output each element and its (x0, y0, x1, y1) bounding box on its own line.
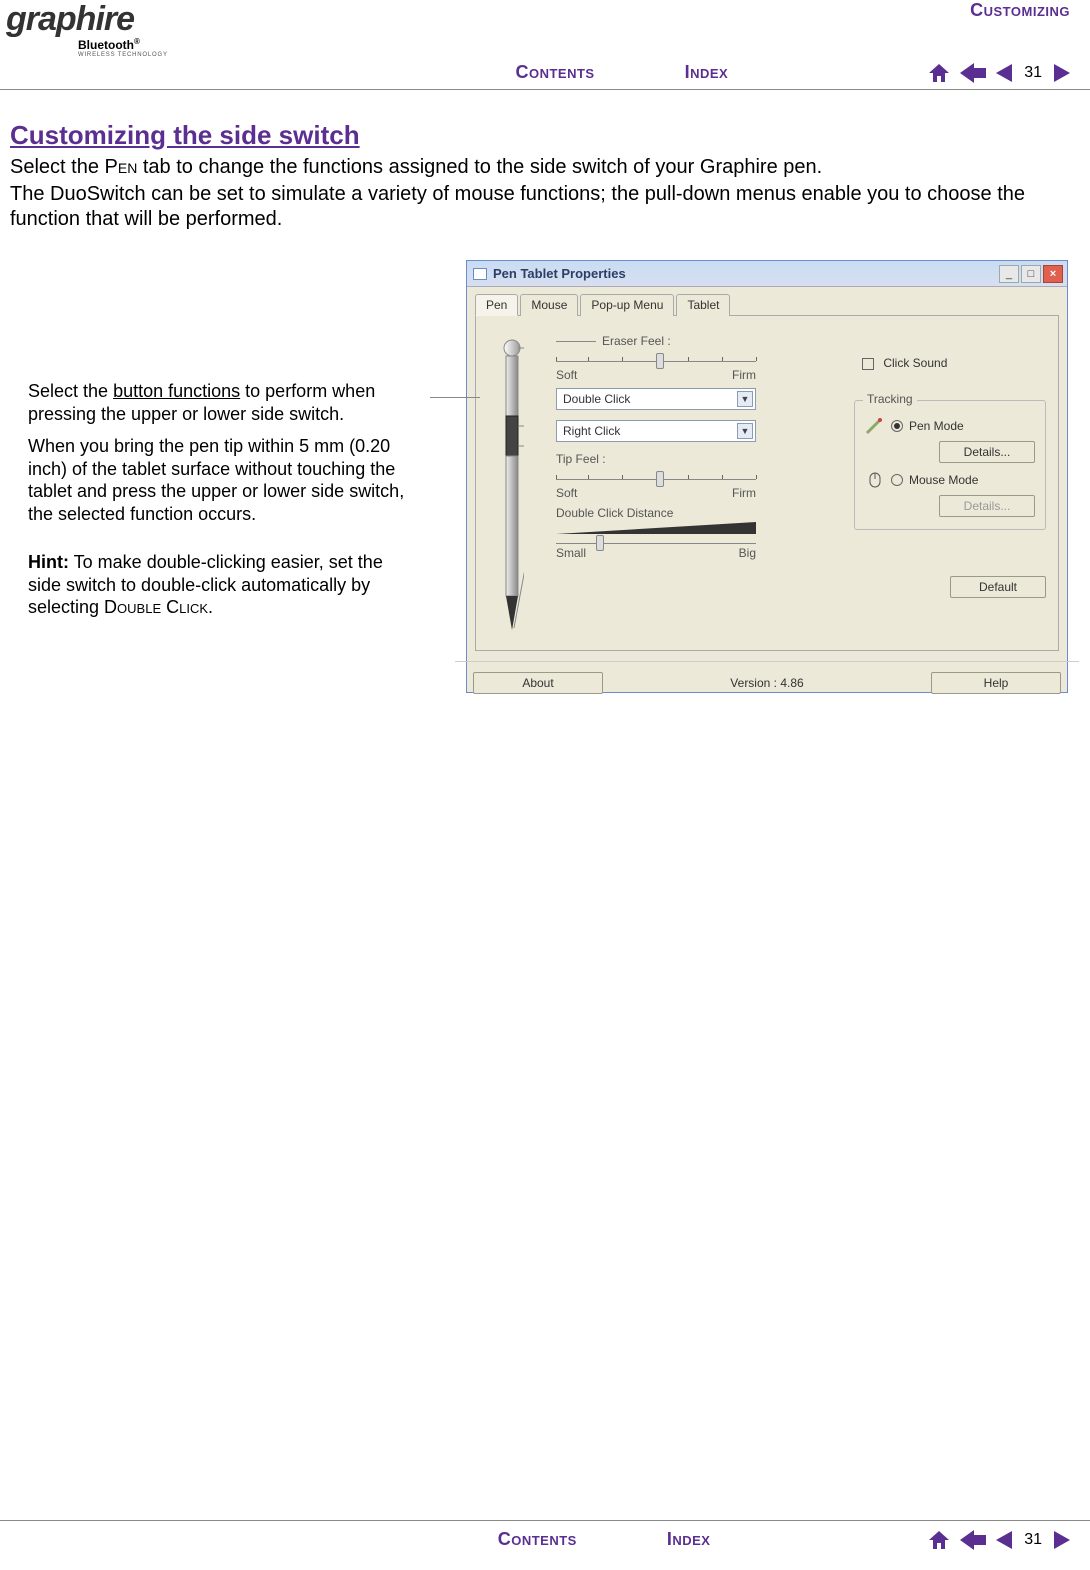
prev-icon[interactable] (996, 64, 1012, 82)
about-button[interactable]: About (473, 672, 603, 694)
tab-panel-pen: Eraser Feel : (475, 315, 1059, 651)
click-sound-checkbox[interactable] (862, 358, 874, 370)
back-big-icon[interactable] (960, 63, 986, 83)
pen-tablet-properties-window: Pen Tablet Properties _ □ × Pen Mouse Po… (466, 260, 1068, 693)
brand-text: graphire (6, 0, 134, 38)
brand-logo: graphire Bluetooth® WIRELESS TECHNOLOGY (6, 0, 168, 58)
close-icon[interactable]: × (1043, 265, 1063, 283)
callout-p2: When you bring the pen tip within 5 mm (… (28, 435, 418, 525)
lower-switch-combo[interactable]: Right Click ▼ (556, 420, 756, 442)
chevron-down-icon: ▼ (737, 423, 753, 439)
pen-mode-details-button[interactable]: Details... (939, 441, 1035, 463)
main-content: Customizing the side switch Select the P… (0, 90, 1090, 1520)
next-icon[interactable] (1054, 1531, 1070, 1549)
mouse-icon (865, 471, 885, 489)
brand-sub2: WIRELESS TECHNOLOGY (78, 52, 168, 58)
next-icon[interactable] (1054, 64, 1070, 82)
footer-index-link[interactable]: Index (667, 1529, 711, 1550)
window-title: Pen Tablet Properties (493, 266, 999, 281)
button-functions-link[interactable]: button functions (113, 381, 240, 401)
footer-page-number: 31 (1024, 1531, 1042, 1549)
tab-popup-menu[interactable]: Pop-up Menu (580, 294, 674, 316)
home-icon[interactable] (928, 1530, 950, 1550)
callout-leader-line (430, 397, 480, 398)
footer-nav-icons: 31 (928, 1530, 1070, 1550)
footer-contents-link[interactable]: Contents (498, 1529, 577, 1550)
mouse-mode-details-button: Details... (939, 495, 1035, 517)
eraser-feel-slider[interactable]: Soft Firm (556, 352, 834, 382)
version-label: Version : 4.86 (623, 676, 911, 690)
tab-tablet[interactable]: Tablet (676, 294, 730, 316)
pen-illustration (488, 334, 536, 638)
prev-icon[interactable] (996, 1531, 1012, 1549)
help-button[interactable]: Help (931, 672, 1061, 694)
minimize-icon[interactable]: _ (999, 265, 1019, 283)
index-link[interactable]: Index (685, 62, 729, 83)
dcd-label: Double Click Distance (556, 506, 834, 520)
contents-link[interactable]: Contents (515, 62, 594, 83)
brand-sub: Bluetooth (78, 38, 134, 52)
upper-switch-combo[interactable]: Double Click ▼ (556, 388, 756, 410)
maximize-icon[interactable]: □ (1021, 265, 1041, 283)
pen-icon (865, 417, 885, 435)
mouse-mode-radio[interactable] (891, 474, 903, 486)
callout-p1: Select the button functions to perform w… (28, 380, 418, 425)
callout-hint: Hint: To make double-clicking easier, se… (28, 551, 418, 619)
page-title: Customizing the side switch (10, 120, 1068, 151)
intro-p2: The DuoSwitch can be set to simulate a v… (10, 182, 1068, 232)
dialog-footer: About Version : 4.86 Help (455, 661, 1079, 704)
click-sound-row[interactable]: Click Sound (862, 356, 1046, 370)
default-button[interactable]: Default (950, 576, 1046, 598)
back-big-icon[interactable] (960, 1530, 986, 1550)
upper-switch-value: Double Click (563, 392, 630, 406)
eraser-feel-label: Eraser Feel : (556, 334, 834, 348)
page-header: graphire Bluetooth® WIRELESS TECHNOLOGY … (0, 0, 1090, 90)
page-number: 31 (1024, 64, 1042, 82)
window-titlebar: Pen Tablet Properties _ □ × (467, 261, 1067, 287)
lower-switch-value: Right Click (563, 424, 620, 438)
section-link-customizing[interactable]: Customizing (970, 0, 1070, 21)
intro-p1: Select the Pen tab to change the functio… (10, 155, 1068, 180)
chevron-down-icon: ▼ (737, 391, 753, 407)
tip-feel-label: Tip Feel : (556, 452, 834, 466)
pen-mode-radio[interactable] (891, 420, 903, 432)
dialog-tabs: Pen Mouse Pop-up Menu Tablet (467, 287, 1067, 315)
tab-pen[interactable]: Pen (475, 294, 518, 316)
tracking-group: Tracking Pen Mode Details... (854, 400, 1046, 530)
home-icon[interactable] (928, 63, 950, 83)
callout-column: Select the button functions to perform w… (10, 260, 430, 629)
header-nav-icons: 31 (928, 63, 1070, 83)
tab-mouse[interactable]: Mouse (520, 294, 578, 316)
tracking-legend: Tracking (863, 392, 917, 406)
tip-feel-slider[interactable]: Soft Firm (556, 470, 834, 500)
window-app-icon (473, 268, 487, 280)
page-footer: Contents Index 31 (0, 1520, 1090, 1570)
